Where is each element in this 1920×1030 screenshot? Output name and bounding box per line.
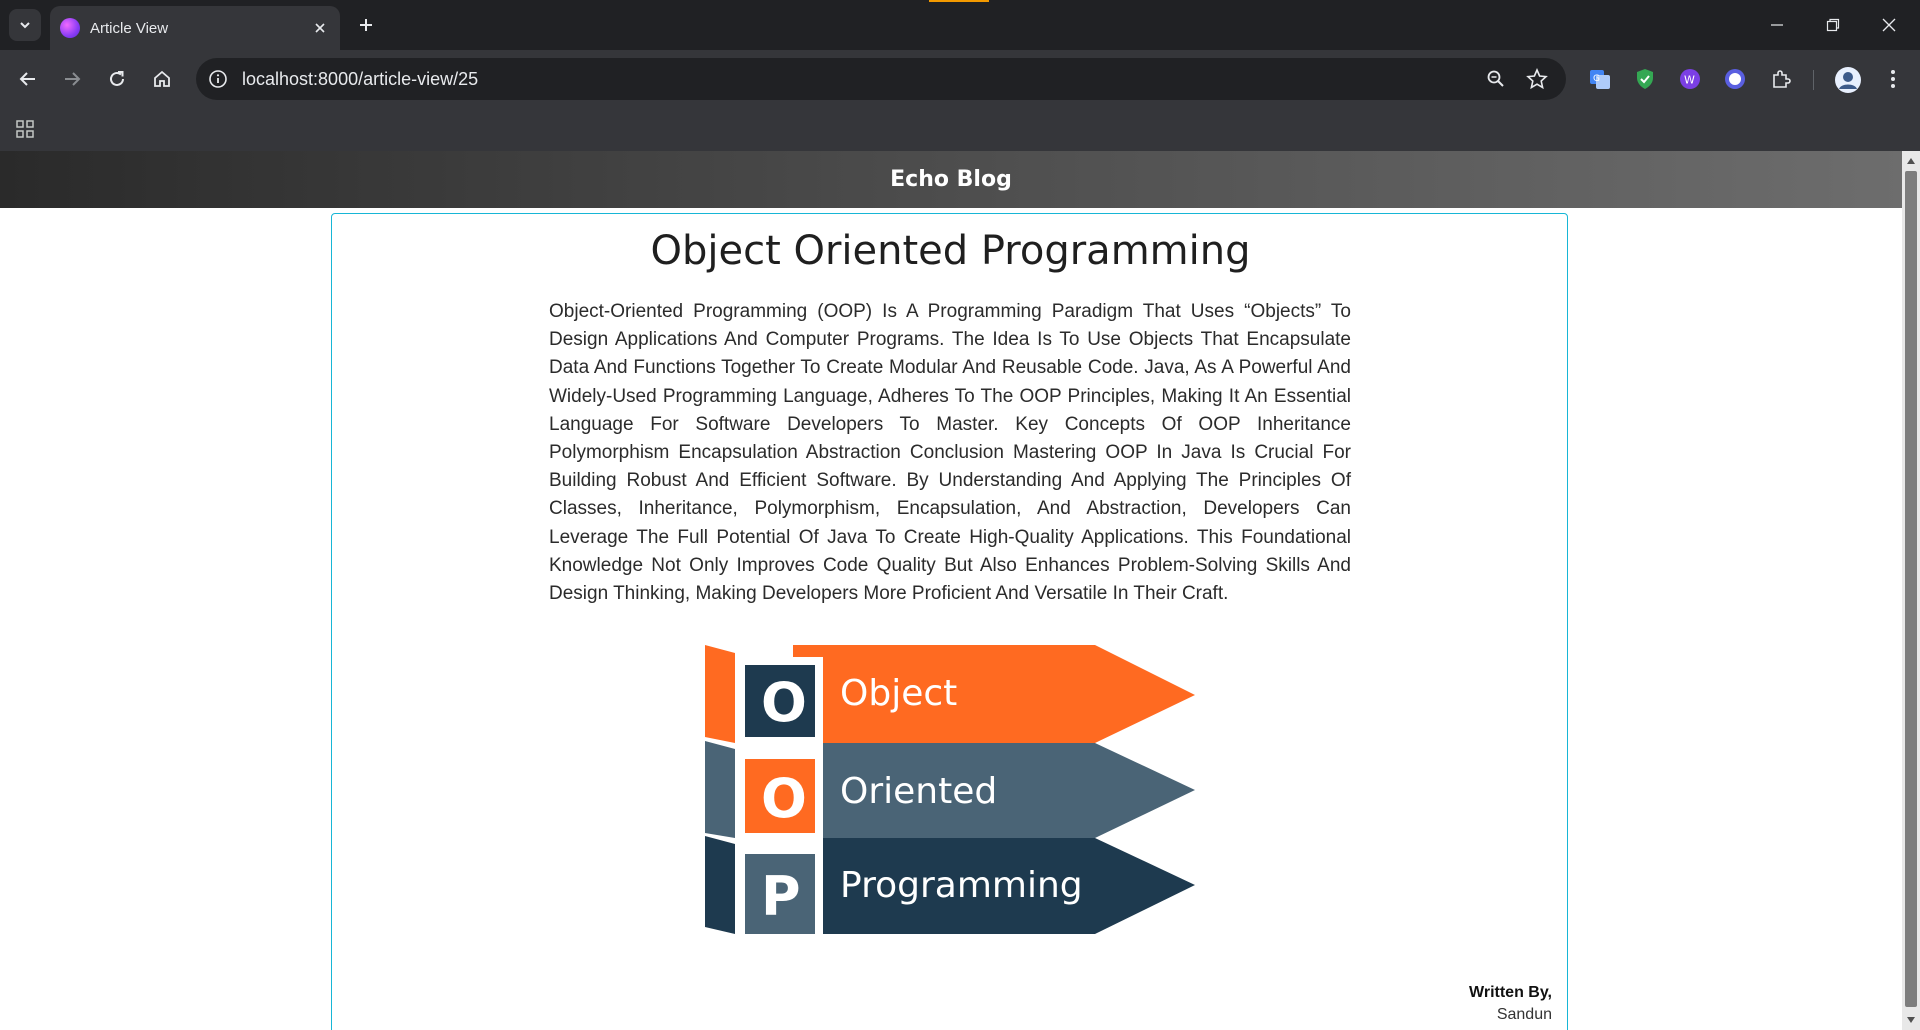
arrow-left-icon — [19, 72, 35, 86]
close-icon — [1882, 18, 1896, 32]
tab-title: Article View — [90, 19, 169, 37]
reload-button[interactable] — [101, 63, 133, 95]
oop-row-3-label: Programming — [840, 865, 1083, 906]
oop-row-2-fold — [705, 741, 735, 838]
extensions-button[interactable] — [1768, 66, 1794, 92]
home-icon — [154, 70, 170, 87]
translate-extension[interactable]: G — [1587, 66, 1613, 92]
w-extension-icon: W — [1680, 69, 1700, 89]
apps-button[interactable] — [12, 116, 38, 142]
oop-row-1-fold — [705, 645, 735, 743]
arrow-right-icon — [65, 72, 81, 86]
profile-button[interactable] — [1834, 66, 1862, 94]
oop-row-3-letter: P — [761, 865, 801, 928]
oop-row-2-letter: O — [761, 767, 807, 830]
close-icon — [315, 23, 325, 33]
article-body: Object-Oriented Programming (OOP) Is A P… — [549, 301, 1351, 605]
svg-text:G: G — [1593, 74, 1600, 84]
circle-extension-icon — [1725, 69, 1745, 89]
scroll-up-button[interactable] — [1902, 153, 1920, 169]
zoom-button[interactable] — [1484, 67, 1508, 91]
article-card: Object Oriented Programming Object-Orien… — [331, 213, 1568, 1030]
toolbar-separator — [1813, 70, 1814, 90]
shield-icon — [1637, 69, 1653, 89]
url-text[interactable]: localhost:8000/article-view/25 — [242, 69, 478, 90]
puzzle-icon — [1773, 70, 1791, 88]
home-button[interactable] — [146, 63, 178, 95]
w-extension[interactable]: W — [1677, 66, 1703, 92]
minimize-icon — [1771, 24, 1783, 26]
browser-toolbar: localhost:8000/article-view/25 G W — [0, 50, 1920, 108]
written-by-label: Written By, — [1469, 984, 1552, 1001]
chevron-down-icon — [20, 22, 30, 29]
close-window-button[interactable] — [1861, 0, 1917, 50]
new-tab-button[interactable] — [350, 9, 382, 41]
oop-row-1-label: Object — [840, 673, 957, 714]
author-name: Sandun — [1496, 1006, 1552, 1023]
article-title: Object Oriented Programming — [650, 228, 1251, 274]
forward-button[interactable] — [56, 63, 88, 95]
avatar-icon — [1835, 67, 1861, 93]
plus-icon — [360, 19, 372, 31]
svg-text:W: W — [1684, 74, 1695, 87]
translate-icon: G — [1590, 70, 1610, 89]
tab-strip-accent — [929, 0, 989, 2]
minimize-button[interactable] — [1749, 0, 1805, 50]
tab-search-button[interactable] — [9, 9, 41, 41]
browser-menu-button[interactable] — [1880, 66, 1906, 92]
restore-icon — [1826, 18, 1840, 32]
bookmarks-bar — [0, 108, 1920, 151]
site-header: Echo Blog — [0, 151, 1902, 208]
favicon-icon — [60, 18, 80, 38]
site-info-button[interactable] — [206, 67, 230, 91]
oop-banner-image: O Object O Oriented P Programming — [705, 645, 1195, 935]
bookmark-button[interactable] — [1525, 67, 1549, 91]
zoom-icon — [1487, 70, 1504, 87]
tab-strip: Article View — [0, 0, 1920, 50]
triangle-down-icon — [1907, 1017, 1915, 1023]
scrollbar-thumb[interactable] — [1905, 171, 1917, 1007]
scroll-down-button[interactable] — [1902, 1012, 1920, 1028]
oop-row-2-label: Oriented — [840, 771, 997, 812]
circle-extension[interactable] — [1722, 66, 1748, 92]
shield-extension[interactable] — [1632, 66, 1658, 92]
tab-article-view[interactable]: Article View — [50, 6, 340, 50]
close-tab-button[interactable] — [308, 16, 332, 40]
reload-icon — [110, 71, 124, 86]
back-button[interactable] — [12, 63, 44, 95]
kebab-menu-icon — [1891, 70, 1895, 88]
restore-button[interactable] — [1805, 0, 1861, 50]
triangle-up-icon — [1907, 158, 1915, 164]
apps-grid-icon — [16, 120, 34, 138]
star-icon — [1526, 68, 1548, 90]
page-viewport: Echo Blog Object Oriented Programming Ob… — [0, 151, 1920, 1030]
address-bar[interactable]: localhost:8000/article-view/25 — [196, 58, 1566, 100]
oop-row-1-letter: O — [761, 671, 807, 734]
page-scrollbar[interactable] — [1902, 151, 1920, 1030]
info-icon — [209, 70, 227, 88]
oop-row-3-fold — [705, 836, 735, 934]
site-title[interactable]: Echo Blog — [890, 167, 1012, 192]
